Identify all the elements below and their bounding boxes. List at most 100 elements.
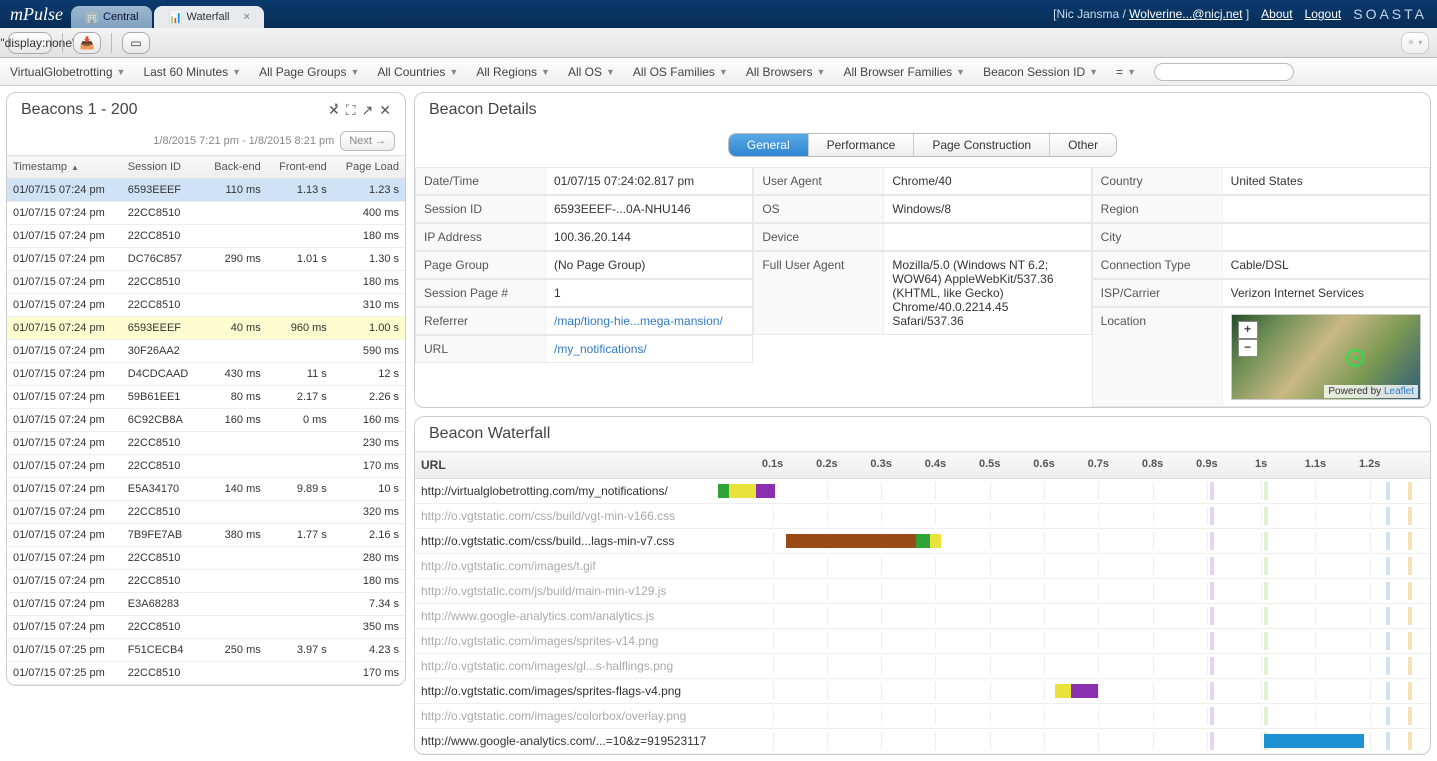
zoom-in-button[interactable]: +: [1238, 321, 1258, 339]
kv-row: Full User AgentMozilla/5.0 (Windows NT 6…: [753, 251, 1091, 335]
busy-indicator[interactable]: ✳: [1401, 32, 1429, 54]
timing-bar: [1055, 684, 1071, 698]
seg-other[interactable]: Other: [1050, 134, 1116, 156]
table-row[interactable]: 01/07/15 07:24 pm22CC8510320 ms: [7, 501, 405, 524]
tab-icon: 📊: [168, 11, 180, 23]
kv-row: OSWindows/8: [753, 195, 1091, 223]
waterfall-row[interactable]: http://o.vgtstatic.com/images/sprites-v1…: [415, 629, 1430, 654]
import-button[interactable]: 📥: [73, 32, 101, 54]
waterfall-row[interactable]: http://www.google-analytics.com/...=10&z…: [415, 729, 1430, 754]
table-row[interactable]: 01/07/15 07:24 pm22CC8510180 ms: [7, 225, 405, 248]
col-session[interactable]: Session ID: [122, 156, 202, 179]
close-icon[interactable]: ✕: [379, 102, 391, 119]
waterfall-row[interactable]: http://www.google-analytics.com/analytic…: [415, 604, 1430, 629]
next-button[interactable]: Next →: [340, 131, 395, 151]
filter-8[interactable]: All Browser Families▼: [843, 65, 965, 79]
waterfall-row[interactable]: http://o.vgtstatic.com/css/build...lags-…: [415, 529, 1430, 554]
table-row[interactable]: 01/07/15 07:24 pm22CC8510310 ms: [7, 294, 405, 317]
col-pageload[interactable]: Page Load: [333, 156, 405, 179]
table-row[interactable]: 01/07/15 07:24 pm22CC8510350 ms: [7, 616, 405, 639]
table-row[interactable]: 01/07/15 07:25 pmF51CECB4250 ms3.97 s4.2…: [7, 639, 405, 662]
waterfall-table: URL 0.1s0.2s0.3s0.4s0.5s0.6s0.7s0.8s0.9s…: [415, 451, 1430, 754]
table-row[interactable]: 01/07/15 07:24 pm22CC8510280 ms: [7, 547, 405, 570]
waterfall-row[interactable]: http://o.vgtstatic.com/images/t.gif: [415, 554, 1430, 579]
detail-link[interactable]: /map/tiong-hie...mega-mansion/: [554, 314, 723, 328]
kv-row: Page Group(No Page Group): [415, 251, 753, 279]
col-backend[interactable]: Back-end: [202, 156, 267, 179]
table-row[interactable]: 01/07/15 07:24 pm22CC8510170 ms: [7, 455, 405, 478]
logout-link[interactable]: Logout: [1305, 7, 1342, 21]
timing-bar: [930, 534, 941, 548]
kv-row: Referrer/map/tiong-hie...mega-mansion/: [415, 307, 753, 335]
tab-icon: 🏢: [85, 11, 97, 23]
table-row[interactable]: 01/07/15 07:24 pmDC76C857290 ms1.01 s1.3…: [7, 248, 405, 271]
table-row[interactable]: 01/07/15 07:24 pmD4CDCAAD430 ms11 s12 s: [7, 363, 405, 386]
about-link[interactable]: About: [1261, 7, 1292, 21]
right-column: Beacon Details GeneralPerformancePage Co…: [414, 92, 1431, 755]
details-title: Beacon Details: [429, 101, 537, 119]
table-row[interactable]: 01/07/15 07:24 pm22CC8510180 ms: [7, 570, 405, 593]
location-map[interactable]: +−Powered by Leaflet: [1231, 314, 1421, 400]
layout-button[interactable]: ▭: [122, 32, 150, 54]
waterfall-row[interactable]: http://o.vgtstatic.com/images/colorbox/o…: [415, 704, 1430, 729]
seg-page-construction[interactable]: Page Construction: [914, 134, 1050, 156]
tab-close-icon[interactable]: ×: [243, 11, 249, 23]
table-row[interactable]: 01/07/15 07:24 pmE5A34170140 ms9.89 s10 …: [7, 478, 405, 501]
filter-9[interactable]: Beacon Session ID▼: [983, 65, 1098, 79]
filter-6[interactable]: All OS Families▼: [633, 65, 728, 79]
table-row[interactable]: 01/07/15 07:24 pm6C92CB8A160 ms0 ms160 m…: [7, 409, 405, 432]
table-row[interactable]: 01/07/15 07:24 pm22CC8510180 ms: [7, 271, 405, 294]
chevron-down-icon: ▼: [719, 67, 728, 77]
timing-bar: [916, 534, 930, 548]
detail-link[interactable]: /my_notifications/: [554, 342, 647, 356]
popout-icon[interactable]: ↗: [362, 102, 374, 119]
seg-general[interactable]: General: [729, 134, 809, 156]
table-row[interactable]: 01/07/15 07:24 pm22CC8510230 ms: [7, 432, 405, 455]
waterfall-row[interactable]: http://o.vgtstatic.com/images/sprites-fl…: [415, 679, 1430, 704]
kv-row: URL/my_notifications/: [415, 335, 753, 363]
filter-1[interactable]: Last 60 Minutes▼: [143, 65, 241, 79]
table-row[interactable]: 01/07/15 07:24 pm7B9FE7AB380 ms1.77 s2.1…: [7, 524, 405, 547]
user-link[interactable]: Wolverine...@nicj.net: [1129, 7, 1242, 21]
expand-icon[interactable]: ⛶: [346, 102, 356, 119]
chevron-down-icon: ▼: [232, 67, 241, 77]
filter-0[interactable]: VirtualGlobetrotting▼: [10, 65, 125, 79]
timing-bar: [756, 484, 775, 498]
leaflet-link[interactable]: Leaflet: [1384, 386, 1414, 397]
col-frontend[interactable]: Front-end: [267, 156, 333, 179]
waterfall-row[interactable]: http://o.vgtstatic.com/images/gl...s-hal…: [415, 654, 1430, 679]
top-bar: mPulse 🏢Central📊Waterfall× [Nic Jansma /…: [0, 0, 1437, 28]
chevron-down-icon: ▼: [817, 67, 826, 77]
crosshair-icon[interactable]: ✕̽: [328, 102, 340, 119]
table-row[interactable]: 01/07/15 07:24 pmE3A682837.34 s: [7, 593, 405, 616]
table-row[interactable]: 01/07/15 07:24 pm6593EEEF40 ms960 ms1.00…: [7, 317, 405, 340]
waterfall-panel: Beacon Waterfall URL 0.1s0.2s0.3s0.4s0.5…: [414, 416, 1431, 755]
chevron-down-icon: ▼: [1127, 67, 1136, 77]
filter-7[interactable]: All Browsers▼: [746, 65, 826, 79]
waterfall-row[interactable]: http://o.vgtstatic.com/js/build/main-min…: [415, 579, 1430, 604]
filter-2[interactable]: All Page Groups▼: [259, 65, 359, 79]
chevron-down-icon: ▼: [449, 67, 458, 77]
filter-10[interactable]: =▼: [1116, 65, 1136, 79]
filter-5[interactable]: All OS▼: [568, 65, 615, 79]
wf-col-url[interactable]: URL: [415, 452, 712, 479]
filter-4[interactable]: All Regions▼: [476, 65, 550, 79]
new-menu-button[interactable]: <-svg style="display:none">📄: [8, 32, 52, 54]
table-row[interactable]: 01/07/15 07:24 pm30F26AA2590 ms: [7, 340, 405, 363]
zoom-out-button[interactable]: −: [1238, 339, 1258, 357]
table-row[interactable]: 01/07/15 07:24 pm59B61EE180 ms2.17 s2.26…: [7, 386, 405, 409]
filter-input[interactable]: [1154, 63, 1294, 81]
filter-3[interactable]: All Countries▼: [377, 65, 458, 79]
table-row[interactable]: 01/07/15 07:24 pm6593EEEF110 ms1.13 s1.2…: [7, 179, 405, 202]
tab-waterfall[interactable]: 📊Waterfall×: [154, 6, 263, 28]
beacons-header: Beacons 1 - 200 ✕̽ ⛶ ↗ ✕: [7, 93, 405, 127]
seg-performance[interactable]: Performance: [809, 134, 915, 156]
table-row[interactable]: 01/07/15 07:25 pm22CC8510170 ms: [7, 662, 405, 685]
beacons-table: Timestamp▲ Session ID Back-end Front-end…: [7, 155, 405, 685]
waterfall-row[interactable]: http://virtualglobetrotting.com/my_notif…: [415, 479, 1430, 504]
table-row[interactable]: 01/07/15 07:24 pm22CC8510400 ms: [7, 202, 405, 225]
col-timestamp[interactable]: Timestamp▲: [7, 156, 122, 179]
time-range: 1/8/2015 7:21 pm - 1/8/2015 8:21 pm: [153, 135, 334, 147]
waterfall-row[interactable]: http://o.vgtstatic.com/css/build/vgt-min…: [415, 504, 1430, 529]
chevron-down-icon: ▼: [541, 67, 550, 77]
